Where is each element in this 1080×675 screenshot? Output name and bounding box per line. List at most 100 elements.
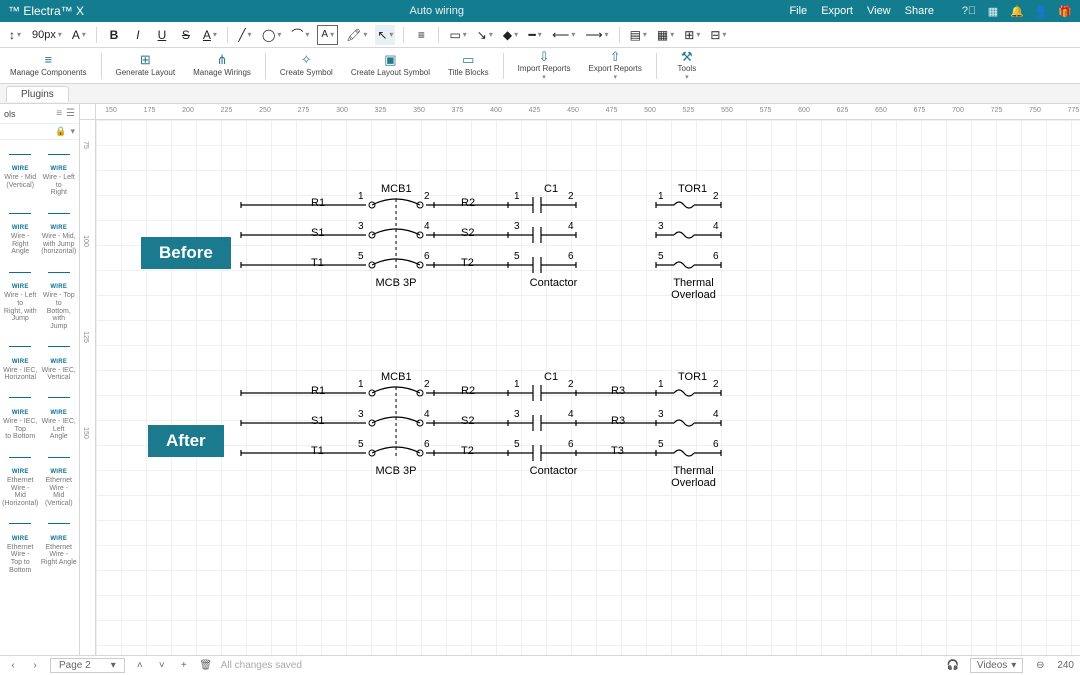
stencil-item[interactable]: WIREEthernet Wire -Top to Bottom — [2, 514, 39, 575]
stencil-item[interactable]: WIREEthernet Wire -Mid (Vertical) — [41, 447, 78, 508]
stencil-item[interactable]: WIREWire - IEC,Vertical — [41, 337, 78, 382]
pin: 2 — [424, 191, 430, 202]
stencil-item[interactable]: WIREWire - Mid(Vertical) — [2, 144, 39, 197]
wire-label: T2 — [461, 445, 474, 457]
stencil-item[interactable]: WIREWire - IEC, LeftAngle — [41, 388, 78, 441]
bold-button[interactable]: B — [105, 25, 123, 45]
filter-icon[interactable]: ≡ — [56, 108, 62, 119]
page-selector[interactable]: Page 2▾ — [50, 658, 125, 673]
pin: 2 — [424, 379, 430, 390]
wire-label: T2 — [461, 257, 474, 269]
wire-label: R1 — [311, 385, 325, 397]
menu-icon[interactable]: ☰ — [66, 108, 75, 119]
lock-icon[interactable]: 🔒 — [55, 126, 66, 137]
shape-dropdown[interactable]: ▭ — [447, 25, 468, 45]
help-icon[interactable]: ?⃝ — [962, 4, 976, 18]
wire-label: T1 — [311, 257, 324, 269]
italic-button[interactable]: I — [129, 25, 147, 45]
app-name: ™ Electra™ X — [8, 4, 84, 18]
plugins-tab[interactable]: Plugins — [6, 86, 69, 102]
pin: 4 — [568, 409, 574, 420]
videos-button[interactable]: Videos▾ — [970, 658, 1023, 673]
next-page-button[interactable]: › — [28, 660, 42, 671]
arrow-dropdown[interactable]: ↕ — [6, 25, 24, 45]
distribute-dropdown[interactable]: ⊟ — [708, 25, 728, 45]
layers-dropdown[interactable]: ▤ — [628, 25, 649, 45]
ruler-corner — [80, 104, 96, 120]
line-start-dropdown[interactable]: ⟵ — [550, 25, 577, 45]
arc-tool[interactable]: ⌒ — [289, 25, 311, 45]
create-layout-symbol-button[interactable]: ▣Create Layout Symbol — [347, 50, 434, 82]
text-tool[interactable]: A — [317, 25, 338, 45]
connector-dropdown[interactable]: ↘ — [475, 25, 495, 45]
pin: 3 — [358, 409, 364, 420]
export-reports-button[interactable]: ⇧Export Reports▾ — [585, 50, 646, 82]
stencil-item[interactable]: WIREEthernet Wire -Mid(Horizontal) — [2, 447, 39, 508]
pin: 6 — [424, 251, 430, 262]
page-down-button[interactable]: ˅ — [155, 660, 169, 671]
highlight-tool[interactable]: 🖍 — [344, 25, 369, 45]
mcb-ref: MCB1 — [381, 371, 412, 383]
prev-page-button[interactable]: ‹ — [6, 660, 20, 671]
canvas-area: 1501752002252502753003253503754004254504… — [80, 104, 1080, 655]
command-toolbar: ≡Manage Components ⊞Generate Layout ⋔Man… — [0, 48, 1080, 84]
select-tool[interactable]: ↖ — [375, 25, 395, 45]
align-left-button[interactable]: ≡ — [412, 25, 430, 45]
fill-dropdown[interactable]: ◆ — [501, 25, 520, 45]
stencil-item[interactable]: WIREWire - RightAngle — [2, 203, 39, 256]
ellipse-tool[interactable]: ◯ — [260, 25, 283, 45]
pin: 4 — [424, 409, 430, 420]
menu-export[interactable]: Export — [821, 5, 853, 17]
user-icon[interactable]: 👤 — [1034, 4, 1048, 18]
manage-components-button[interactable]: ≡Manage Components — [6, 50, 91, 82]
line-tool[interactable]: ╱ — [236, 25, 254, 45]
import-reports-button[interactable]: ⇩Import Reports▾ — [514, 50, 575, 82]
menu-view[interactable]: View — [867, 5, 891, 17]
manage-wirings-button[interactable]: ⋔Manage Wirings — [189, 50, 255, 82]
menu-share[interactable]: Share — [905, 5, 934, 17]
drawing-canvas[interactable]: Before After MCB1C1TOR1R1R2121212S1S2343… — [96, 120, 1080, 655]
tools-button[interactable]: ⚒Tools▾ — [667, 50, 707, 82]
stencil-item[interactable]: WIREWire - Left toRight — [41, 144, 78, 197]
line-style-dropdown[interactable]: ━ — [526, 25, 544, 45]
contactor-ref: C1 — [544, 183, 558, 195]
underline-button[interactable]: U — [153, 25, 171, 45]
stencil-title: ols — [4, 109, 16, 119]
page-up-button[interactable]: ˄ — [133, 660, 147, 671]
stencil-item[interactable]: WIREWire - Top toBottom, withJump — [41, 262, 78, 330]
pin: 4 — [713, 409, 719, 420]
generate-layout-button[interactable]: ⊞Generate Layout — [112, 50, 180, 82]
wire-label: R3 — [611, 415, 625, 427]
pin: 5 — [514, 439, 520, 450]
stencil-item[interactable]: WIREWire - Left toRight, withJump — [2, 262, 39, 330]
gift-icon[interactable]: 🎁 — [1058, 4, 1072, 18]
text-color-button[interactable]: A — [201, 25, 219, 45]
tor-sub: ThermalOverload — [654, 277, 734, 301]
create-symbol-button[interactable]: ✧Create Symbol — [276, 50, 337, 82]
font-size-input[interactable]: 90px — [30, 25, 64, 45]
statusbar: ‹ › Page 2▾ ˄ ˅ + 🗑 All changes saved 🎧 … — [0, 655, 1080, 675]
arrange-dropdown[interactable]: ▦ — [655, 25, 676, 45]
zoom-out-button[interactable]: ⊖ — [1033, 660, 1047, 671]
font-family-dropdown[interactable]: A — [70, 25, 88, 45]
stencil-item[interactable]: WIREWire - IEC,Horizontal — [2, 337, 39, 382]
group-dropdown[interactable]: ⊞ — [682, 25, 702, 45]
title-blocks-button[interactable]: ▭Title Blocks — [444, 50, 493, 82]
stencil-item[interactable]: WIREWire - IEC, Topto Bottom — [2, 388, 39, 441]
delete-page-button[interactable]: 🗑 — [199, 660, 213, 671]
wire-label: S1 — [311, 227, 324, 239]
tor-sub: ThermalOverload — [654, 465, 734, 489]
grid-icon[interactable]: ▦ — [986, 4, 1000, 18]
bell-icon[interactable]: 🔔 — [1010, 4, 1024, 18]
stencil-item[interactable]: WIREEthernet Wire -Right Angle — [41, 514, 78, 575]
wire-label: R2 — [461, 385, 475, 397]
vertical-ruler: 75100125150 — [80, 120, 96, 655]
add-page-button[interactable]: + — [177, 660, 191, 671]
pin: 1 — [658, 379, 664, 390]
strike-button[interactable]: S — [177, 25, 195, 45]
stencil-item[interactable]: WIREWire - Mid,with Jump(horizontal) — [41, 203, 78, 256]
support-icon[interactable]: 🎧 — [946, 660, 960, 671]
line-end-dropdown[interactable]: ⟶ — [583, 25, 610, 45]
menu-file[interactable]: File — [789, 5, 807, 17]
chevron-down-icon[interactable]: ▾ — [70, 126, 75, 137]
